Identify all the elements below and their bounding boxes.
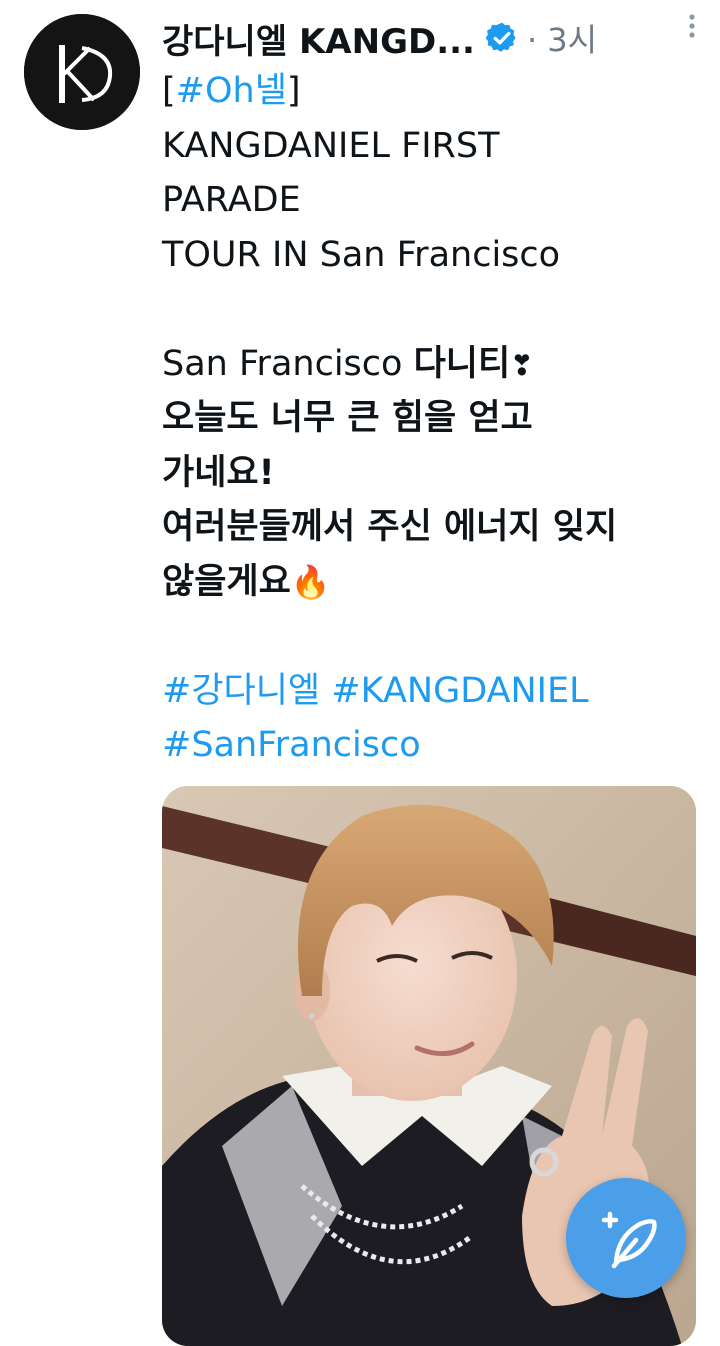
bracket-open: [ xyxy=(162,71,176,111)
author-avatar[interactable] xyxy=(24,14,140,130)
tweet-line-8-text: 않을게요 xyxy=(162,561,291,602)
tweet-line-7: 여러분들께서 주신 에너지 잊지 xyxy=(162,507,618,547)
heart-exclamation-emoji: ❣ xyxy=(510,348,534,382)
tweet-line-6: 가네요! xyxy=(162,452,275,493)
hashtag-kangdaniel[interactable]: #KANGDANIEL xyxy=(331,671,588,711)
fire-emoji: 🔥 xyxy=(290,562,331,601)
tweet-line-2: PARADE xyxy=(162,180,301,220)
tweet-header: 강다니엘 KANGD... · 3시 xyxy=(162,12,707,64)
kd-logo-icon xyxy=(24,14,140,130)
bracket-close: ] xyxy=(286,71,301,111)
more-vertical-icon[interactable] xyxy=(682,12,702,40)
verified-badge-icon xyxy=(485,21,519,55)
tweet-line-4-en: San Francisco xyxy=(162,343,414,384)
tweet-line-4-kr: 다니티 xyxy=(413,343,511,384)
tweet-line-8: 않을게요🔥 xyxy=(162,555,702,610)
hashtag-sanfrancisco[interactable]: #SanFrancisco xyxy=(162,725,421,765)
tweet-line-5: 오늘도 너무 큰 힘을 얻고 xyxy=(162,398,533,438)
compose-feather-plus-icon xyxy=(601,1211,657,1269)
tweet-line-4: San Francisco 다니티❣ xyxy=(162,337,702,392)
tweet-body: [#Oh넬] KANGDANIEL FIRST PARADE TOUR IN S… xyxy=(162,64,702,773)
tweet-line-tag: [#Oh넬] xyxy=(162,64,702,119)
hashtag-kangdaniel-kr[interactable]: #강다니엘 xyxy=(162,671,320,711)
hashtag-oh-nel[interactable]: #Oh넬 xyxy=(176,71,287,111)
tweet-line-3: TOUR IN San Francisco xyxy=(162,234,561,275)
compose-tweet-button[interactable] xyxy=(566,1178,686,1298)
tweet-line-1: KANGDANIEL FIRST xyxy=(162,125,500,166)
tweet-timestamp[interactable]: · 3시 xyxy=(527,15,597,61)
hashtag-line-2: #SanFrancisco xyxy=(162,718,702,773)
author-display-name[interactable]: 강다니엘 KANGD... xyxy=(162,14,475,63)
hashtag-line-1: #강다니엘 #KANGDANIEL xyxy=(162,664,702,719)
